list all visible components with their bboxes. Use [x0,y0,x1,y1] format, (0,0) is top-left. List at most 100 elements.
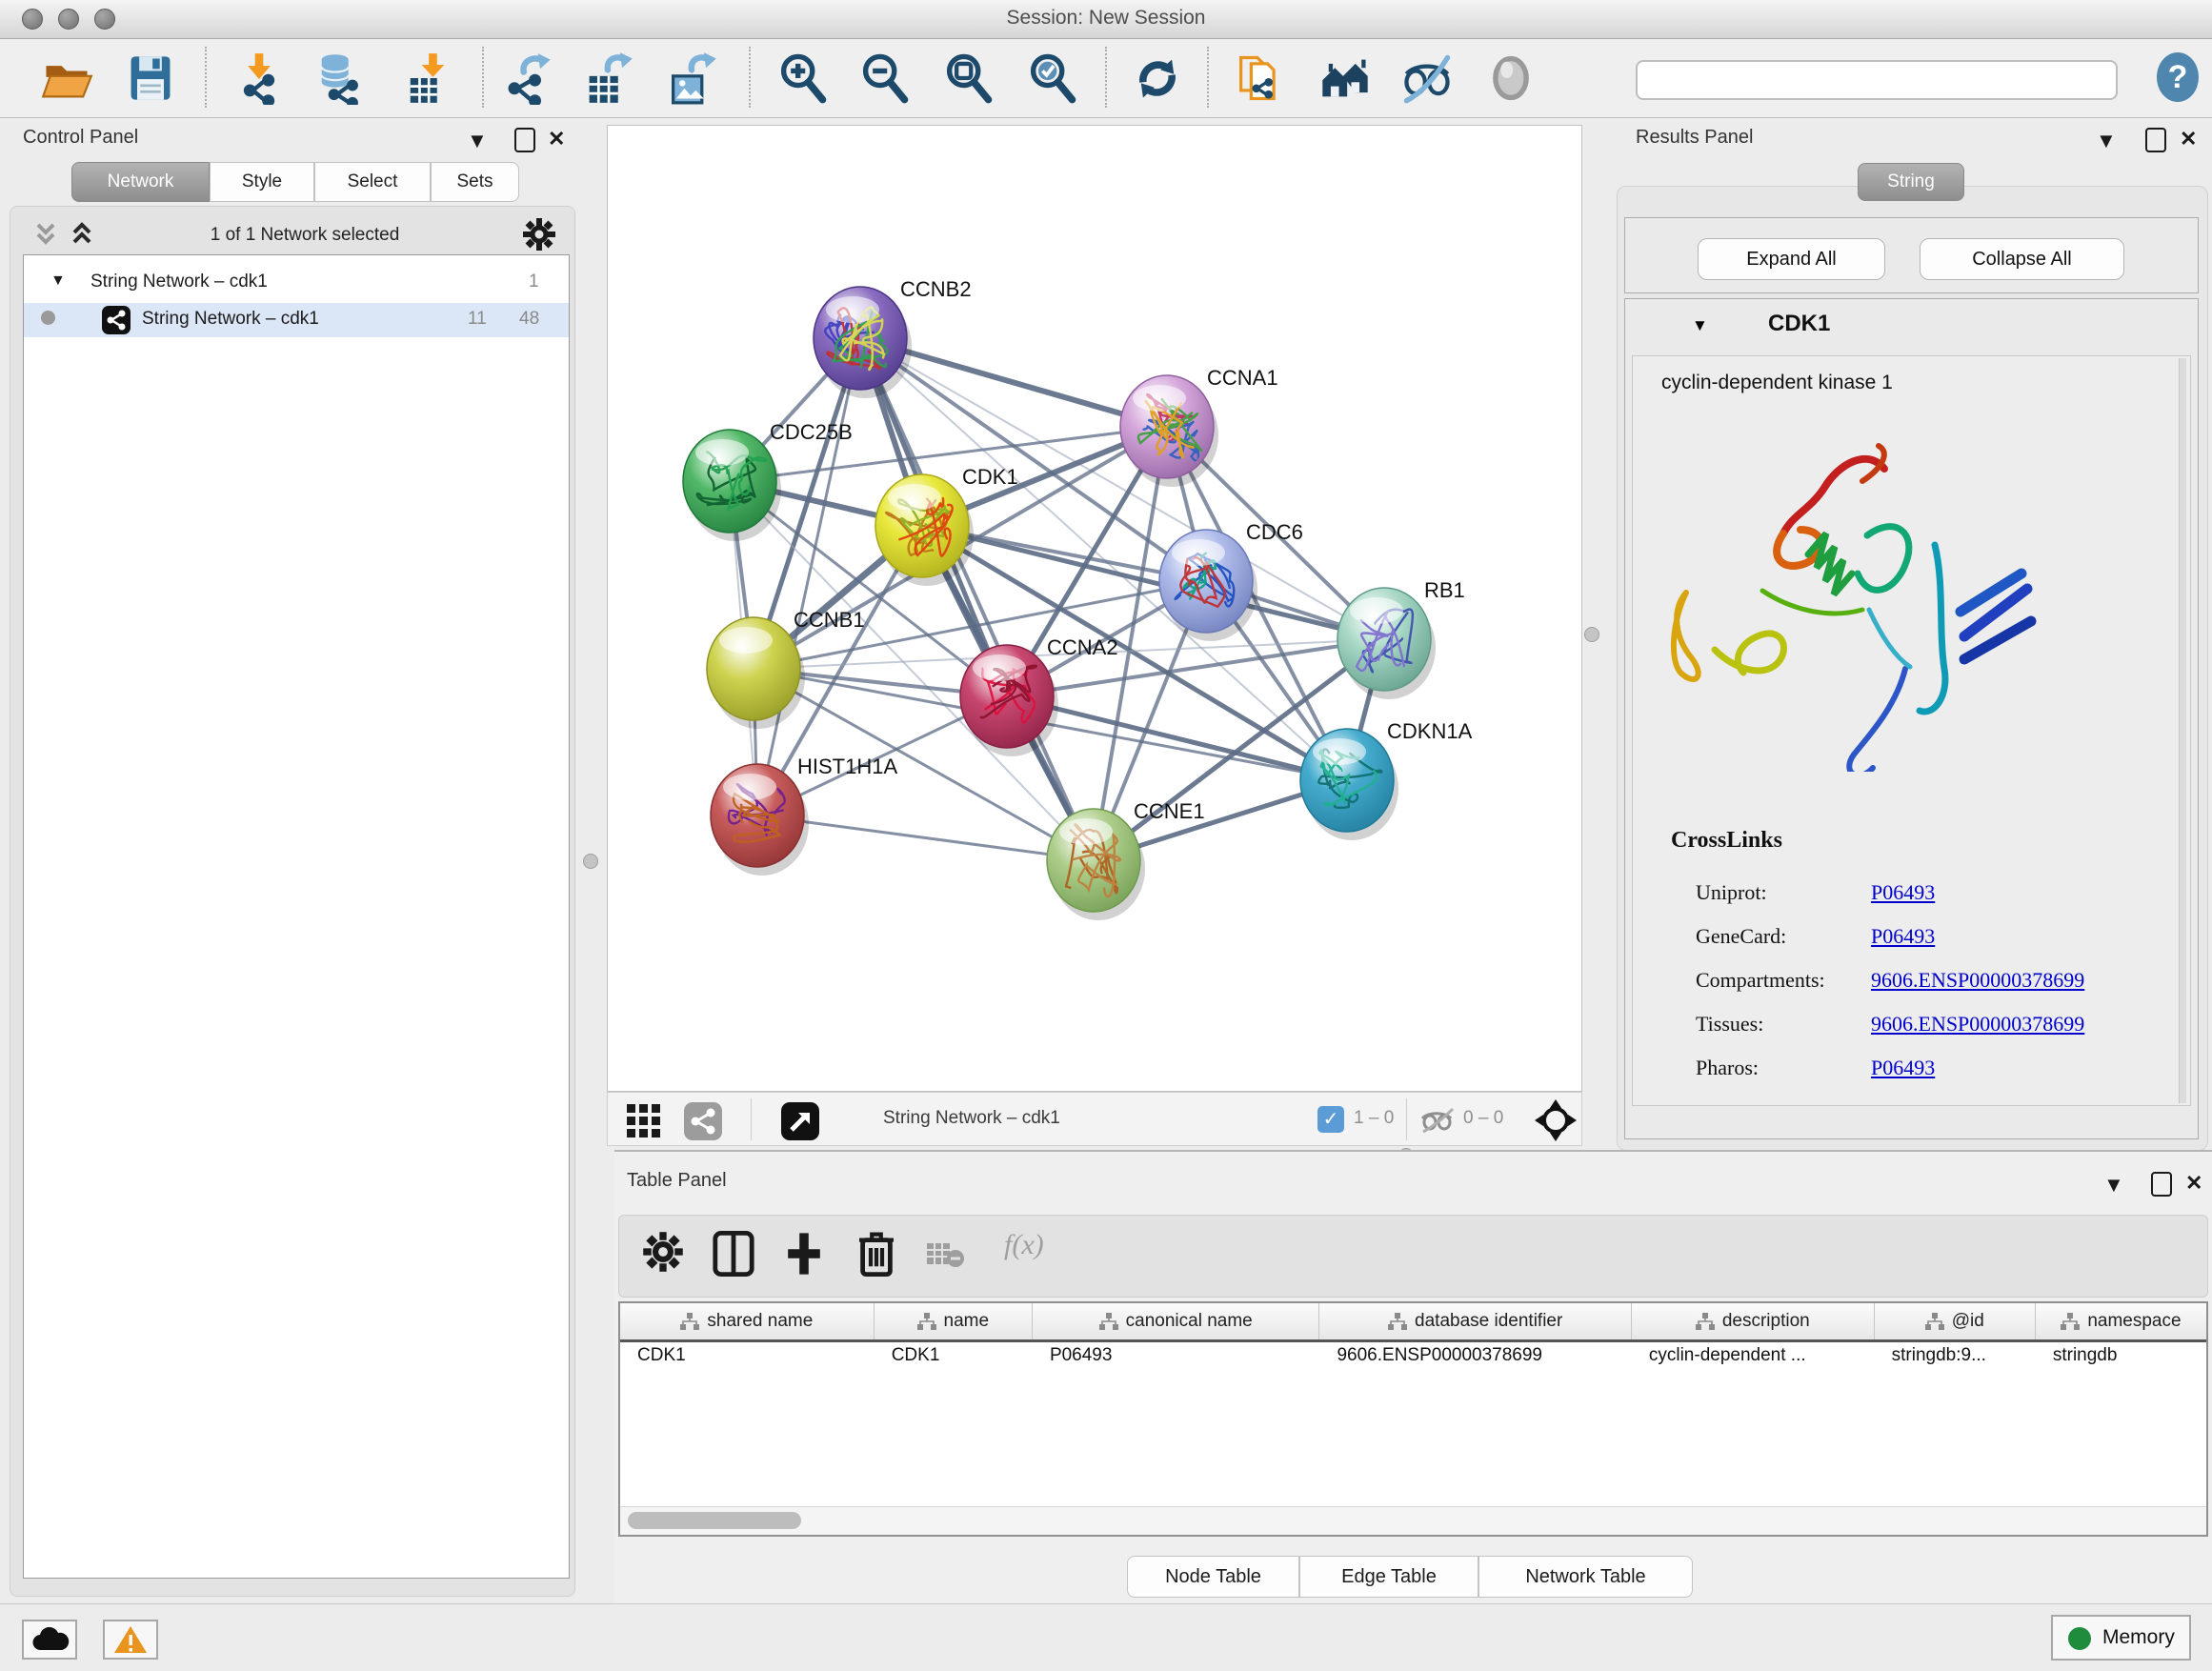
hide-selected-button[interactable] [1400,51,1454,105]
help-button[interactable]: ? [2157,52,2199,102]
network-label: String Network – cdk1 [142,309,319,330]
export-table-button[interactable] [581,51,634,105]
expand-all-icon[interactable] [69,221,101,250]
results-panel-close-button[interactable]: ✕ [2180,130,2197,149]
column-type-icon [1099,1313,1118,1330]
crosslink-tissues[interactable]: 9606.ENSP00000378699 [1871,1012,2084,1036]
crosslink-uniprot[interactable]: P06493 [1871,880,1935,904]
memory-label: Memory [2102,1626,2175,1649]
column-type-icon [1925,1313,1944,1330]
network-view-toggle-icon[interactable] [684,1102,722,1140]
expand-all-button[interactable]: Expand All [1698,238,1885,280]
collapse-all-icon[interactable] [32,221,65,250]
cell-id: stringdb:9... [1875,1345,2036,1378]
gene-expander-icon[interactable]: ▼ [1692,316,1708,335]
column-header[interactable]: description [1632,1303,1875,1339]
warnings-button[interactable] [103,1620,158,1660]
column-header[interactable]: name [875,1303,1033,1339]
crosslink-pharos[interactable]: P06493 [1871,1056,1935,1079]
table-panel-close-button[interactable]: ✕ [2185,1174,2202,1193]
column-header[interactable]: namespace [2036,1303,2206,1339]
column-header[interactable]: canonical name [1033,1303,1320,1339]
tab-select[interactable]: Select [314,162,431,202]
toolbar-separator [482,47,484,108]
open-session-button[interactable] [40,51,93,105]
node-table[interactable]: shared name name canonical name database… [618,1301,2208,1537]
column-header[interactable]: database identifier [1319,1303,1631,1339]
status-footer: Memory [0,1603,2212,1671]
cloud-status-button[interactable] [22,1620,77,1660]
column-header[interactable]: shared name [620,1303,875,1339]
results-scrollbar[interactable] [2179,358,2186,1103]
control-panel-close-button[interactable]: ✕ [548,130,565,149]
tab-string[interactable]: String [1858,163,1964,201]
right-splitter-grip[interactable] [1584,627,1599,642]
tab-node-table[interactable]: Node Table [1127,1556,1299,1598]
zoom-in-button[interactable] [775,51,829,105]
selected-checkbox[interactable]: ✓ [1317,1106,1344,1133]
delete-column-trash-icon[interactable] [857,1231,895,1277]
zoom-fit-icon [941,51,995,105]
tab-edge-table[interactable]: Edge Table [1299,1556,1478,1598]
refresh-button[interactable] [1131,51,1184,105]
table-panel-maximize-button[interactable] [2151,1172,2172,1199]
import-network-from-file-button[interactable] [232,51,286,105]
tab-style[interactable]: Style [210,162,314,202]
zoom-fit-button[interactable] [941,51,995,105]
table-settings-gear-icon[interactable] [642,1231,684,1273]
clone-network-button[interactable] [1233,51,1286,105]
import-network-icon [232,51,286,105]
control-panel-maximize-button[interactable] [514,128,535,155]
cytoscape-window: Session: New Session [0,0,2212,1671]
tree-expander-icon[interactable]: ▼ [50,272,66,290]
export-image-button[interactable] [665,51,718,105]
show-columns-icon[interactable] [713,1231,754,1277]
column-type-icon [917,1313,936,1330]
maximize-icon [2151,1172,2172,1197]
table-horizontal-scrollbar[interactable] [620,1506,2206,1535]
network-options-gear-icon[interactable] [522,217,556,252]
import-table-from-file-button[interactable] [400,51,453,105]
zoom-out-button[interactable] [857,51,911,105]
scrollbar-thumb[interactable] [628,1512,801,1529]
eye-disabled-icon [1484,51,1538,105]
network-collection-row[interactable]: ▼ String Network – cdk1 1 [24,269,569,301]
home-button[interactable] [1318,51,1372,105]
results-panel-maximize-button[interactable] [2145,128,2166,155]
crosslink-genecard[interactable]: P06493 [1871,924,1935,948]
save-session-button[interactable] [124,51,177,105]
collapse-all-button[interactable]: Collapse All [1920,238,2124,280]
collection-count: 1 [529,272,539,292]
memory-button[interactable]: Memory [2051,1615,2191,1661]
results-panel-float-button[interactable]: ▼ [2096,131,2117,151]
zoom-in-icon [775,51,829,105]
column-type-icon [2061,1313,2080,1330]
tab-sets[interactable]: Sets [431,162,519,202]
open-folder-icon [40,51,93,105]
network-canvas[interactable] [607,125,1582,1092]
birdseye-view-icon[interactable] [781,1102,819,1140]
tab-network[interactable]: Network [71,162,210,202]
network-selection-status: 1 of 1 Network selected [114,225,495,246]
zoom-selected-button[interactable] [1025,51,1078,105]
database-icon [312,51,366,105]
control-panel-float-button[interactable]: ▼ [467,131,488,151]
tab-network-table[interactable]: Network Table [1478,1556,1693,1598]
export-network-button[interactable] [501,51,554,105]
import-network-from-database-button[interactable] [312,51,366,105]
column-header[interactable]: @id [1875,1303,2036,1339]
control-panel-title: Control Panel [23,127,138,149]
create-column-plus-icon[interactable] [783,1231,825,1277]
show-all-button[interactable] [1484,51,1538,105]
fit-selected-crosshair-icon[interactable] [1534,1098,1578,1142]
search-input[interactable] [1636,60,2118,100]
delete-table-icon-disabled [926,1240,966,1269]
table-panel-float-button[interactable]: ▼ [2103,1176,2124,1195]
crosslink-label: Pharos: [1696,1046,1825,1090]
table-row[interactable]: CDK1 CDK1 P06493 9606.ENSP00000378699 cy… [620,1345,2206,1378]
hidden-eye-icon [1418,1107,1457,1134]
left-splitter-grip[interactable] [583,854,598,869]
crosslink-compartments[interactable]: 9606.ENSP00000378699 [1871,968,2084,992]
grid-view-icon[interactable] [625,1102,663,1140]
network-row-selected[interactable]: String Network – cdk1 11 48 [24,303,569,337]
